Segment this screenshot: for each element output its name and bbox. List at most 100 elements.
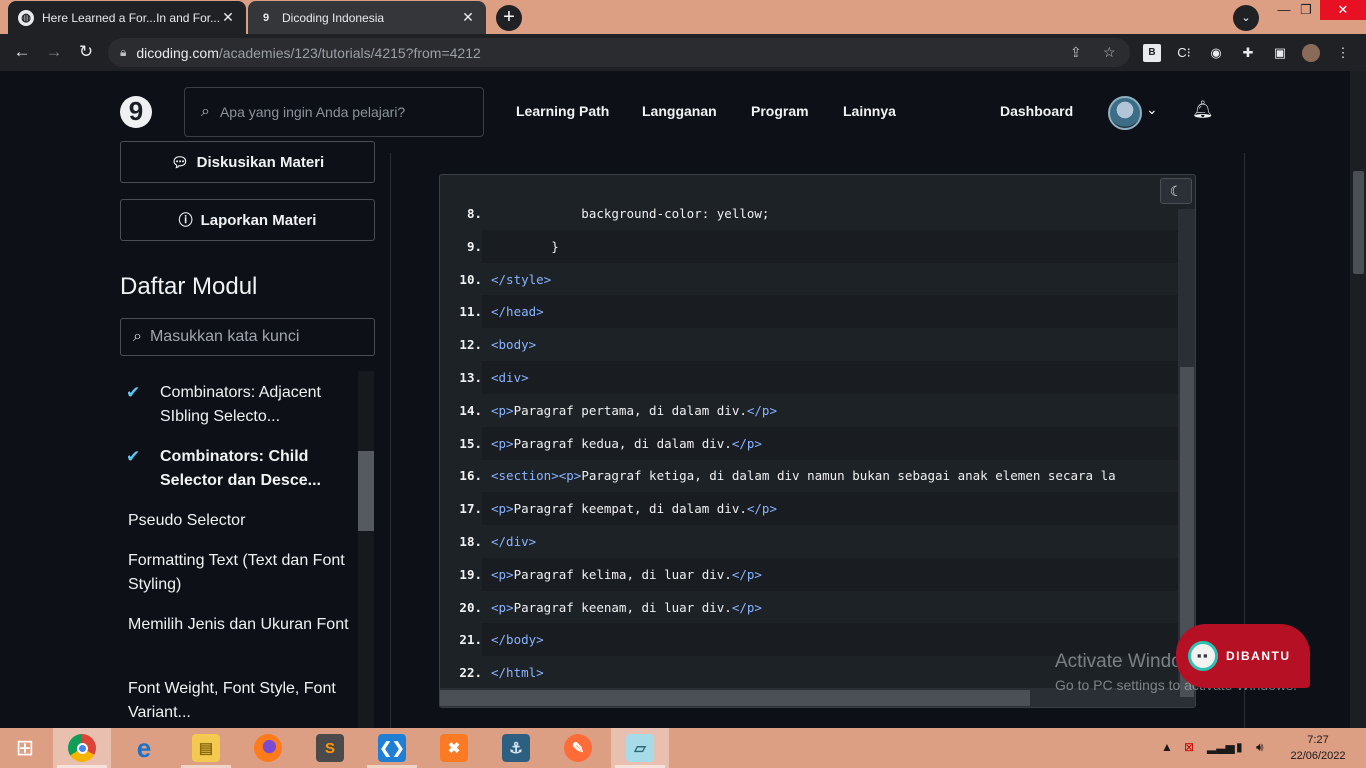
search-icon: ⌕	[201, 103, 210, 120]
browser-tab-active[interactable]: ◍ Here Learned a For...In and For...c ✕	[8, 1, 246, 34]
module-item-active[interactable]: ✔ Combinators: Child Selector dan Desce.…	[120, 445, 360, 493]
module-list-scrollbar[interactable]	[358, 371, 374, 728]
bookmark-star-icon[interactable]: ☆	[1103, 44, 1116, 61]
back-icon[interactable]: ←	[10, 41, 34, 65]
code-line: 13. <div>	[440, 361, 1178, 394]
line-number: 15.	[459, 435, 482, 451]
extension-c-icon[interactable]: C⁝	[1175, 44, 1193, 62]
content-divider	[390, 153, 391, 728]
reload-icon[interactable]: ↻	[74, 41, 98, 65]
windows-logo-icon: ⊞	[15, 735, 35, 760]
browser-toolbar: ← → ↻ 🔒︎ dicoding.com/academies/123/tuto…	[0, 34, 1366, 71]
line-number: 22.	[459, 665, 482, 681]
taskbar-edge[interactable]: e	[115, 728, 173, 768]
taskbar-sublime[interactable]: S	[301, 728, 359, 768]
line-number: 8.	[466, 206, 482, 221]
taskbar-xampp[interactable]: ✖	[425, 728, 483, 768]
discuss-material-button[interactable]: 💬︎ Diskusikan Materi	[120, 141, 375, 183]
chrome-icon	[68, 734, 96, 762]
module-item[interactable]: Memilih Jenis dan Ukuran Font	[120, 613, 360, 637]
taskbar-postman[interactable]: ✎	[549, 728, 607, 768]
code-line: 12. <body>	[440, 328, 1178, 361]
module-item[interactable]: Font Weight, Font Style, Font Variant...	[120, 677, 360, 725]
module-search[interactable]: ⌕	[120, 318, 375, 356]
globe-icon: ◍	[18, 9, 34, 26]
report-material-button[interactable]: ⓘ Laporkan Materi	[120, 199, 375, 241]
code-text: <body>	[491, 337, 537, 353]
close-tab-icon[interactable]: ✕	[220, 9, 236, 26]
side-panel-icon[interactable]: ▣	[1271, 44, 1289, 62]
code-line: 9. }	[440, 229, 1178, 263]
site-search[interactable]: ⌕	[184, 87, 484, 137]
extension-b-icon[interactable]: B	[1143, 44, 1161, 62]
taskbar-file-explorer[interactable]: ▤	[177, 728, 235, 768]
nav-dashboard[interactable]: Dashboard	[1000, 103, 1073, 119]
profile-avatar-icon[interactable]	[1302, 44, 1320, 62]
info-icon: ⓘ	[178, 212, 193, 228]
line-number: 14.	[459, 402, 482, 418]
help-label: DIBANTU	[1226, 649, 1291, 663]
extensions-puzzle-icon[interactable]: ✚	[1239, 44, 1257, 62]
tab-search-icon[interactable]: ⌄	[1233, 5, 1259, 31]
line-number: 20.	[459, 599, 482, 615]
module-item[interactable]: Pseudo Selector	[120, 509, 360, 533]
sublime-text-icon: S	[316, 734, 344, 762]
taskbar-chrome[interactable]	[53, 728, 111, 768]
new-tab-button[interactable]: +	[496, 5, 522, 31]
start-button[interactable]: ⊞	[0, 728, 50, 768]
code-text: <p> Paragraf kelima, di luar div. </p>	[482, 557, 1178, 591]
module-item[interactable]: ✔ Combinators: Adjacent SIbling Selecto.…	[120, 381, 360, 429]
extension-glasses-icon[interactable]: ◉	[1207, 44, 1225, 62]
scrollbar-thumb[interactable]	[1353, 171, 1364, 274]
code-text: <p> Paragraf pertama, di dalam div. </p>	[491, 402, 777, 418]
notification-bell-icon[interactable]: 🔔︎	[1192, 100, 1214, 120]
line-number: 13.	[459, 370, 482, 385]
taskbar-firefox[interactable]	[239, 728, 297, 768]
taskbar-vscode[interactable]: ❮❯	[363, 728, 421, 768]
close-tab-icon[interactable]: ✕	[460, 9, 476, 26]
share-icon[interactable]: ⇪	[1070, 44, 1082, 61]
scrollbar-thumb[interactable]	[358, 451, 374, 531]
battery-icon[interactable]: ▮	[1236, 740, 1243, 754]
page-scrollbar[interactable]	[1350, 71, 1366, 728]
nav-program[interactable]: Program	[751, 103, 809, 119]
dark-mode-toggle-icon[interactable]: ☾	[1160, 178, 1192, 204]
browser-tab-bar: ◍ Here Learned a For...In and For...c ✕ …	[0, 0, 1366, 34]
line-number: 10.	[459, 271, 482, 287]
system-clock[interactable]: 7:27 22/06/2022	[1288, 732, 1348, 764]
nav-langganan[interactable]: Langganan	[642, 103, 717, 119]
line-number: 11.	[459, 304, 482, 320]
site-search-input[interactable]	[219, 104, 470, 120]
close-window-button[interactable]: ✕	[1320, 0, 1366, 20]
code-text: <p> Paragraf kedua, di dalam div. </p>	[482, 426, 1178, 460]
lock-icon: 🔒︎	[120, 45, 127, 59]
code-line: 18. </div>	[440, 525, 1178, 558]
taskbar-notepad[interactable]: ▱	[611, 728, 669, 768]
url-path: /academies/123/tutorials/4215?from=4212	[218, 44, 481, 61]
line-number: 19.	[459, 566, 482, 582]
chevron-down-icon[interactable]: ⌄	[1146, 101, 1158, 118]
clock-date: 22/06/2022	[1290, 750, 1346, 762]
forward-icon[interactable]: →	[42, 41, 66, 65]
network-off-icon[interactable]: ⊠	[1184, 740, 1194, 754]
show-hidden-icons[interactable]: ▲	[1161, 740, 1173, 754]
volume-icon[interactable]: 🔊︎	[1256, 740, 1264, 755]
browser-tab-dicoding[interactable]: 9 Dicoding Indonesia ✕	[248, 1, 486, 34]
scrollbar-thumb[interactable]	[440, 690, 1030, 706]
module-search-input[interactable]	[149, 328, 360, 346]
user-avatar[interactable]	[1108, 96, 1142, 130]
signal-icon[interactable]: ▂▃▅	[1207, 740, 1235, 754]
dicoding-logo[interactable]: 9	[120, 96, 152, 128]
module-item[interactable]: Formatting Text (Text dan Font Styling)	[120, 549, 360, 597]
menu-kebab-icon[interactable]: ⋮	[1334, 44, 1352, 62]
help-chat-button[interactable]: ▪▪ DIBANTU	[1176, 624, 1310, 688]
nav-lainnya[interactable]: Lainnya	[843, 103, 896, 119]
check-icon: ✔	[126, 447, 141, 466]
url-host: dicoding.com	[136, 44, 219, 61]
code-text: </style>	[491, 271, 552, 287]
address-bar[interactable]: 🔒︎ dicoding.com/academies/123/tutorials/…	[108, 38, 1130, 67]
mysql-workbench-icon: ⚓︎	[502, 734, 530, 762]
nav-learning-path[interactable]: Learning Path	[516, 103, 609, 119]
clock-time: 7:27	[1307, 734, 1329, 746]
taskbar-mysql-workbench[interactable]: ⚓︎	[487, 728, 545, 768]
